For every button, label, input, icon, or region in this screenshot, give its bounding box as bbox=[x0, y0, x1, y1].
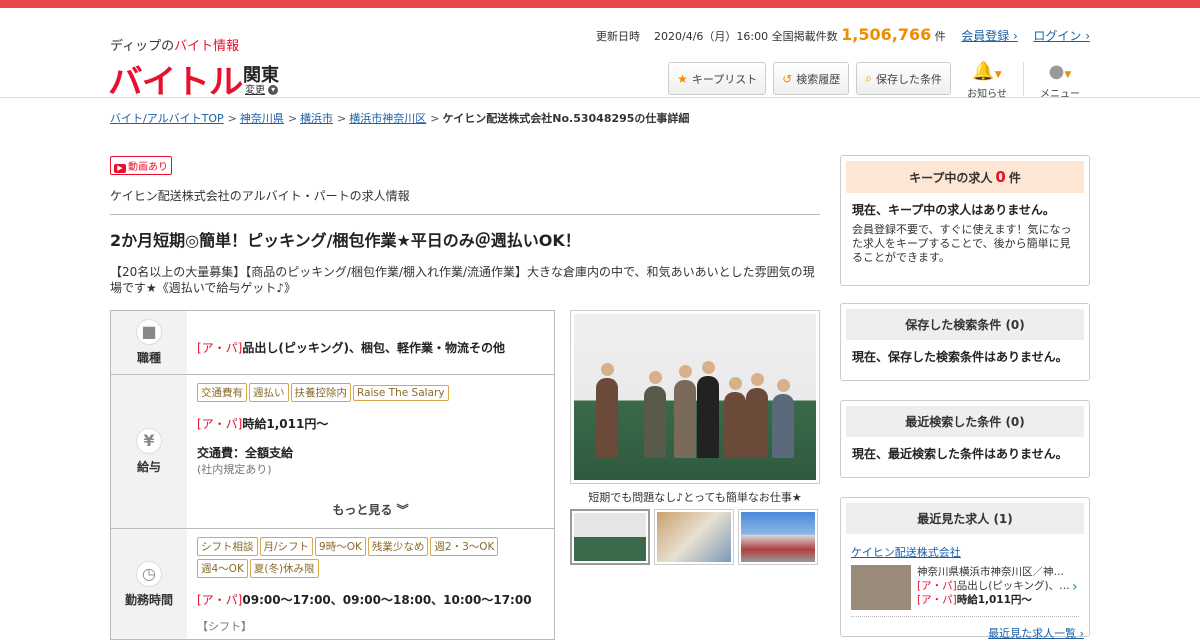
chevron-right-icon: › bbox=[1072, 579, 1078, 595]
occupation-value: 品出し(ピッキング)、梱包、軽作業・物流その他 bbox=[242, 341, 505, 355]
saved-panel-header: 保存した検索条件 (0) bbox=[846, 309, 1084, 340]
saved-empty-message: 現在、保存した検索条件はありません。 bbox=[852, 350, 1068, 364]
logo-tagline: ディップのバイト情報 bbox=[110, 39, 240, 54]
saved-conditions-panel: 保存した検索条件 (0) 現在、保存した検索条件はありません。 bbox=[840, 303, 1090, 381]
updated-label: 更新日時 bbox=[596, 30, 641, 43]
briefcase-icon: ■ bbox=[136, 319, 162, 345]
total-unit: 件 bbox=[934, 30, 946, 43]
thumbnail-3[interactable] bbox=[738, 509, 818, 565]
wage-value: 時給1,011円～ bbox=[242, 417, 329, 431]
recent-search-header: 最近検索した条件 (0) bbox=[846, 406, 1084, 437]
site-header: ディップのバイト情報 バイトル 関東 変更 ▾ 更新日時 2020/4/6（月）… bbox=[0, 8, 1200, 101]
hours-value: 09:00～17:00、09:00～18:00、10:00～17:00 bbox=[242, 593, 532, 607]
hours-row: ◷ 勤務時間 シフト相談 月/シフト 9時～OK 残業少なめ 週2・3〜OK週4〜OK 夏(… bbox=[111, 529, 554, 639]
transport-note: (社内規定あり) bbox=[197, 463, 272, 476]
bell-icon: 🔔 bbox=[972, 61, 995, 82]
job-detail: ▶ 動画あり ケイヒン配送株式会社のアルバイト・パートの求人情報 2か月短期◎簡単… bbox=[110, 155, 820, 640]
transport-value: 交通費：全額支給 bbox=[197, 446, 294, 460]
recent-job-company-link[interactable]: ケイヒン配送株式会社 bbox=[851, 544, 1079, 560]
occupation-row: ■ 職種 [ア・パ]品出し(ピッキング)、梱包、軽作業・物流その他 bbox=[111, 311, 554, 375]
search-history-button[interactable]: ↺ 検索履歴 bbox=[773, 62, 850, 95]
breadcrumb-city[interactable]: 横浜市 bbox=[300, 112, 333, 125]
history-icon: ↺ bbox=[782, 71, 793, 86]
menu-button[interactable]: ●▼ メニュー bbox=[1030, 61, 1090, 101]
job-info-table: ■ 職種 [ア・パ]品出し(ピッキング)、梱包、軽作業・物流その他 ¥ 給与 交通費… bbox=[110, 310, 555, 640]
header-info: 更新日時 2020/4/6（月）16:00 全国掲載件数 1,506,766 件… bbox=[596, 25, 1090, 44]
thumbnail-1[interactable] bbox=[570, 509, 650, 565]
breadcrumb-prefecture[interactable]: 神奈川県 bbox=[240, 112, 284, 125]
job-description: 【20名以上の大量募集】【商品のピッキング/梱包作業/棚入れ作業/流通作業】大き… bbox=[110, 265, 815, 295]
photo-caption: 短期でも問題なし♪とっても簡単なお仕事★ bbox=[588, 491, 802, 504]
star-icon: ★ bbox=[677, 71, 688, 86]
more-button[interactable]: もっと見る ︾ bbox=[197, 501, 544, 518]
salary-row: ¥ 給与 交通費有 週払い 扶養控除内 Raise The Salary [ア・パ]時給… bbox=[111, 375, 554, 529]
breadcrumb-current: ケイヒン配送株式会社No.53048295の仕事詳細 bbox=[442, 112, 690, 125]
company-line: ケイヒン配送株式会社のアルバイト・パートの求人情報 bbox=[110, 187, 820, 215]
recent-job-item[interactable]: 神奈川県横浜市神奈川区／神… [ア・パ]品出し(ピッキング)、… [ア・パ]時給… bbox=[851, 565, 1079, 617]
chevron-down-icon: ▾ bbox=[268, 85, 279, 95]
recent-search-empty-message: 現在、最近検索した条件はありません。 bbox=[852, 447, 1068, 461]
thumbnail-2[interactable] bbox=[654, 509, 734, 565]
top-accent-bar bbox=[0, 0, 1200, 8]
keep-note: 会員登録不要で、すぐに使えます！気になった求人をキープすることで、後から簡単に見… bbox=[852, 223, 1072, 264]
salary-tags: 交通費有 週払い 扶養控除内 Raise The Salary bbox=[197, 383, 544, 405]
clock-icon: ◷ bbox=[136, 560, 162, 587]
video-badge: ▶ 動画あり bbox=[110, 156, 172, 175]
chevron-down-double-icon: ︾ bbox=[396, 503, 409, 517]
breadcrumb-ward[interactable]: 横浜市神奈川区 bbox=[349, 112, 426, 125]
recent-jobs-header: 最近見た求人 (1) bbox=[846, 503, 1084, 534]
recent-search-panel: 最近検索した条件 (0) 現在、最近検索した条件はありません。 bbox=[840, 400, 1090, 478]
keep-panel-header: キープ中の求人 0 件 bbox=[846, 161, 1084, 193]
keep-panel: キープ中の求人 0 件 現在、キープ中の求人はありません。 会員登録不要で、すぐに使… bbox=[840, 155, 1090, 286]
hours-note: 【シフト】 bbox=[197, 620, 252, 633]
photo-thumbnails bbox=[570, 509, 822, 565]
register-link[interactable]: 会員登録 › bbox=[961, 29, 1018, 43]
site-logo[interactable]: バイトル bbox=[108, 55, 243, 103]
main-photo[interactable] bbox=[570, 310, 820, 484]
updated-value: 2020/4/6（月）16:00 bbox=[654, 30, 769, 43]
search-icon: ⌕ bbox=[865, 71, 872, 85]
keep-empty-message: 現在、キープ中の求人はありません。 bbox=[852, 203, 1055, 217]
notifications-button[interactable]: 🔔▼ お知らせ bbox=[957, 61, 1017, 101]
total-count: 1,506,766 bbox=[841, 25, 932, 44]
job-title: 2か月短期◎簡単！ピッキング/梱包作業★平日のみ＠週払いOK！ bbox=[110, 231, 581, 250]
hours-tags: シフト相談 月/シフト 9時～OK 残業少なめ 週2・3〜OK週4〜OK 夏(冬)休み限 bbox=[197, 537, 544, 581]
keep-list-button[interactable]: ★ キープリスト bbox=[668, 62, 767, 95]
user-icon: ● bbox=[1048, 61, 1065, 82]
divider bbox=[1023, 62, 1024, 96]
chevron-down-icon: ▼ bbox=[1064, 70, 1072, 80]
recent-jobs-more-link[interactable]: 最近見た求人一覧 › bbox=[988, 627, 1084, 640]
chevron-down-icon: ▼ bbox=[994, 70, 1002, 80]
header-buttons: ★ キープリスト ↺ 検索履歴 ⌕ 保存した条件 🔔▼ お知らせ ●▼ メニュー bbox=[661, 62, 1090, 100]
login-link[interactable]: ログイン › bbox=[1033, 29, 1090, 43]
breadcrumb-top[interactable]: バイト/アルバイトTOP bbox=[110, 112, 224, 125]
recent-job-thumbnail bbox=[851, 565, 911, 610]
region-change-link[interactable]: 変更 ▾ bbox=[245, 81, 279, 96]
play-icon: ▶ bbox=[114, 164, 126, 173]
breadcrumb: バイト/アルバイトTOP > 神奈川県 > 横浜市 > 横浜市神奈川区 > ケイヒン配送株式会社… bbox=[110, 112, 690, 125]
recent-jobs-panel: 最近見た求人 (1) ケイヒン配送株式会社 神奈川県横浜市神奈川区／神… [ア・… bbox=[840, 497, 1090, 640]
yen-icon: ¥ bbox=[136, 428, 162, 454]
total-label: 全国掲載件数 bbox=[771, 30, 838, 43]
saved-conditions-button[interactable]: ⌕ 保存した条件 bbox=[856, 62, 951, 95]
